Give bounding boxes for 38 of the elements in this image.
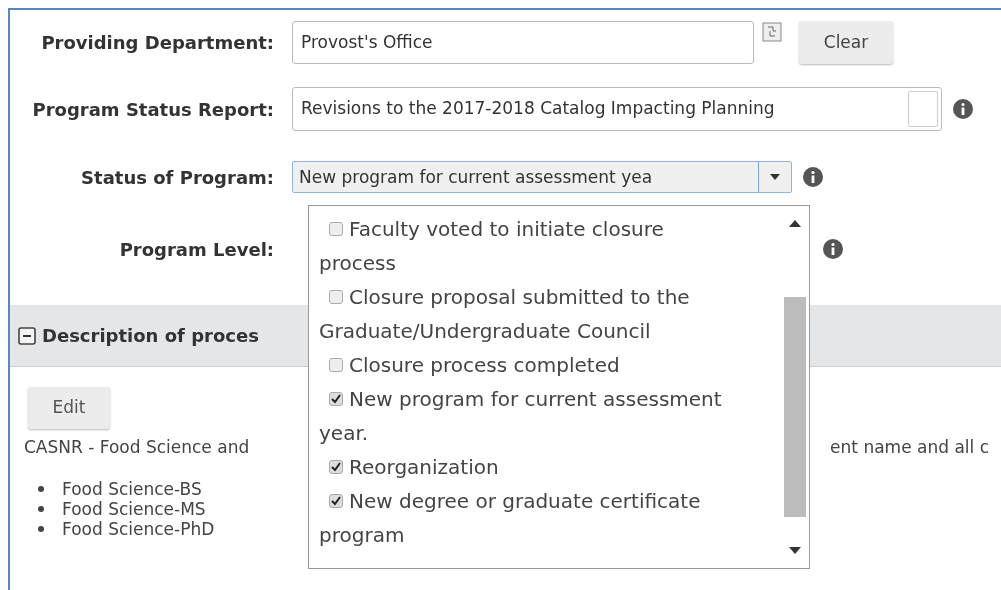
dropdown-option[interactable]: Closure process completed (319, 348, 724, 382)
bullet (38, 486, 44, 492)
field-label: Providing Department: (40, 31, 275, 55)
field-label: Program Level: (118, 237, 275, 262)
status-report-field[interactable]: Revisions to the 2017-2018 Catalog Impacting Planning (292, 87, 942, 131)
field-label: Status of Program: (80, 165, 275, 190)
dropdown-option[interactable]: New program for current assessment year. (319, 382, 724, 450)
description-text: CASNR - Food Science and (24, 436, 250, 459)
section-title: Description of proces (42, 324, 259, 348)
scroll-thumb[interactable] (784, 297, 806, 517)
caret-icon[interactable] (770, 174, 780, 180)
dropdown-option[interactable]: Faculty voted to initiate closure process (319, 212, 724, 280)
scroll-down-icon[interactable] (789, 547, 801, 554)
dropdown-option[interactable]: Closure proposal submitted to the Graduate/Undergraduate Council (319, 280, 724, 348)
checkbox[interactable] (329, 357, 343, 372)
checkbox[interactable] (329, 289, 343, 304)
bullet (38, 506, 44, 512)
dropdown-option[interactable]: New degree or graduate certificate program (319, 484, 724, 552)
info-icon[interactable] (802, 166, 824, 188)
dropdown-option[interactable]: Reorganization (319, 450, 724, 484)
list-item: Food Science-BS (62, 479, 202, 499)
list-item: Food Science-MS (62, 499, 206, 519)
checkbox[interactable] (329, 459, 343, 474)
checkbox[interactable] (329, 493, 343, 508)
checkbox[interactable] (329, 391, 343, 406)
clear-button[interactable]: Clear (799, 21, 893, 64)
info-icon[interactable] (952, 98, 974, 120)
department-field[interactable]: Provost's Office (292, 21, 754, 64)
scroll-up-icon[interactable] (789, 220, 801, 227)
checkbox[interactable] (329, 221, 343, 236)
edit-button[interactable]: Edit (28, 387, 110, 429)
field-label: Program Status Report: (31, 97, 275, 122)
resize-handle[interactable] (908, 91, 938, 127)
list-item: Food Science-PhD (62, 519, 215, 539)
bullet (38, 526, 44, 532)
info-icon[interactable] (822, 238, 844, 260)
collapse-icon[interactable] (18, 326, 36, 345)
description-text: ent name and all c (830, 436, 989, 459)
